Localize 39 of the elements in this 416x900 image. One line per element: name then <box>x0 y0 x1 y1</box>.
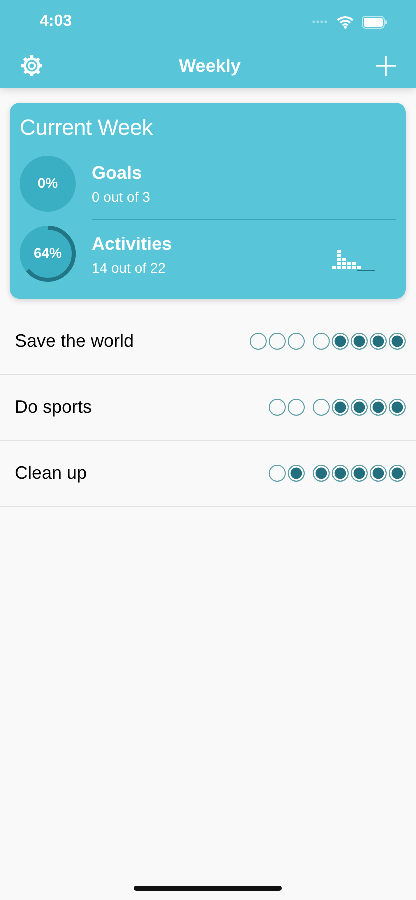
filled-dot[interactable] <box>389 399 406 416</box>
wifi-icon <box>337 16 354 28</box>
filled-dot[interactable] <box>389 465 406 482</box>
filled-dot[interactable] <box>351 333 368 350</box>
stat-detail: 14 out of 22 <box>92 260 166 276</box>
goal-name: Do sports <box>15 397 92 418</box>
card-title: Current Week <box>20 115 153 141</box>
filled-dot[interactable] <box>332 465 349 482</box>
empty-dot[interactable] <box>269 465 286 482</box>
filled-dot[interactable] <box>370 333 387 350</box>
progress-ring <box>20 156 76 212</box>
empty-dot[interactable] <box>250 333 267 350</box>
filled-dot[interactable] <box>389 333 406 350</box>
filled-dot[interactable] <box>332 333 349 350</box>
filled-dot[interactable] <box>351 465 368 482</box>
nav-title: Weekly <box>179 56 241 76</box>
percent-label: 64% <box>32 245 64 261</box>
status-time: 4:03 <box>40 13 72 31</box>
empty-dot[interactable] <box>269 333 286 350</box>
empty-dot[interactable] <box>313 333 330 350</box>
empty-dot[interactable] <box>288 333 305 350</box>
stat-detail: 0 out of 3 <box>92 189 150 205</box>
filled-dot[interactable] <box>370 465 387 482</box>
goal-name: Save the world <box>15 331 134 352</box>
battery-icon <box>362 16 388 28</box>
progress-ring <box>20 226 76 282</box>
filled-dot[interactable] <box>351 399 368 416</box>
signal-icon <box>312 20 329 24</box>
empty-dot[interactable] <box>313 399 330 416</box>
stat-label: Goals <box>92 163 142 184</box>
filled-dot[interactable] <box>370 399 387 416</box>
filled-dot[interactable] <box>313 465 330 482</box>
percent-label: 0% <box>36 175 60 191</box>
stat-label: Activities <box>92 234 172 254</box>
empty-dot[interactable] <box>269 399 286 416</box>
goal-name: Clean up <box>15 463 88 484</box>
filled-dot[interactable] <box>288 465 305 482</box>
empty-dot[interactable] <box>288 399 305 416</box>
filled-dot[interactable] <box>332 399 349 416</box>
